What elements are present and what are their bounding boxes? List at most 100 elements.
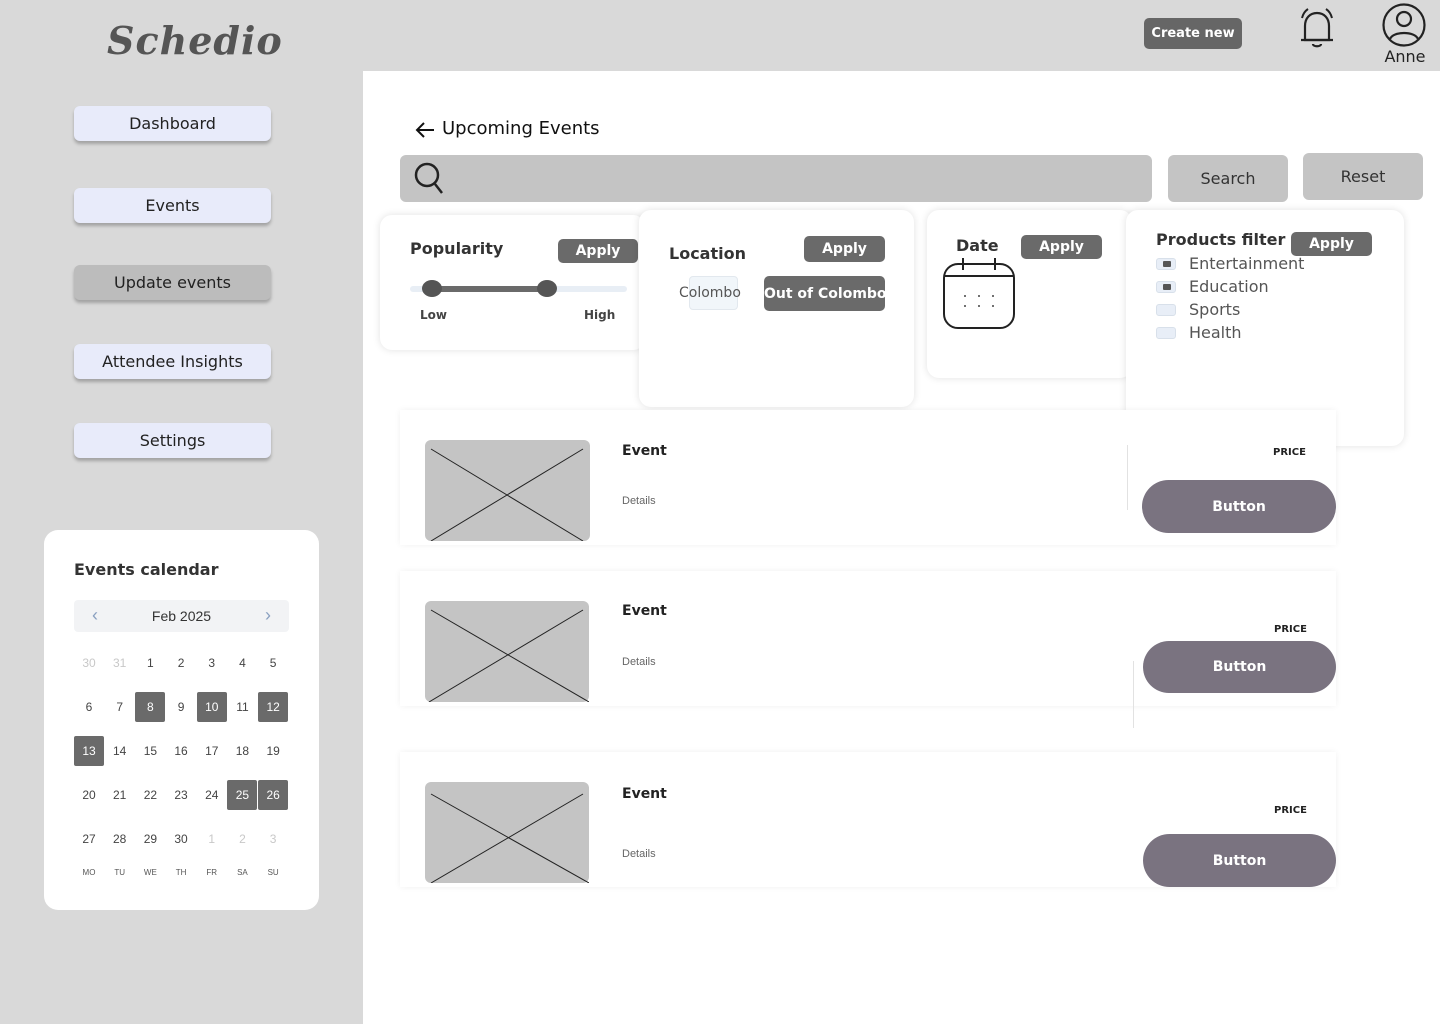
calendar-day[interactable]: 27 [74, 824, 104, 854]
calendar-day[interactable]: 18 [227, 736, 257, 766]
search-icon [414, 162, 443, 194]
calendar-day[interactable]: 1 [135, 648, 165, 678]
calendar-day[interactable]: 16 [166, 736, 196, 766]
event-card: Event Details PRICE Button [400, 752, 1336, 887]
reset-button[interactable]: Reset [1303, 153, 1423, 200]
calendar-day[interactable]: 20 [74, 780, 104, 810]
products-option-entertainment[interactable]: Entertainment [1156, 254, 1304, 273]
calendar-day[interactable]: 28 [105, 824, 135, 854]
date-apply-button[interactable]: Apply [1021, 235, 1102, 259]
calendar-day-highlighted[interactable]: 26 [258, 780, 289, 810]
calendar-day[interactable]: 2 [227, 824, 257, 854]
user-avatar-icon[interactable] [1382, 3, 1426, 47]
calendar-day[interactable]: 1 [197, 824, 227, 854]
weekday-label: SA [237, 868, 248, 877]
location-apply-button[interactable]: Apply [804, 236, 885, 262]
calendar-day-grid: 30 31 1 2 3 4 5 6 7 8 9 10 11 12 13 14 1… [74, 648, 290, 868]
calendar-day[interactable]: 30 [74, 648, 104, 678]
bell-icon[interactable] [1297, 6, 1337, 50]
divider [1133, 661, 1134, 728]
checkbox-checked[interactable] [1156, 257, 1176, 270]
location-filter: Location Apply Colombo Out of Colombo [639, 210, 914, 407]
calendar-day[interactable]: 21 [105, 780, 135, 810]
popularity-slider-low-handle[interactable] [422, 280, 442, 297]
calendar-day-highlighted[interactable]: 25 [227, 780, 258, 810]
calendar-day-highlighted[interactable]: 13 [74, 736, 104, 766]
calendar-day[interactable]: 29 [135, 824, 165, 854]
events-calendar: Events calendar ‹ Feb 2025 › 30 31 1 2 3… [44, 530, 319, 910]
sidebar: Schedio Dashboard Events Update events A… [0, 0, 363, 1024]
app-logo[interactable]: Schedio [107, 18, 283, 63]
calendar-month-nav: ‹ Feb 2025 › [74, 600, 289, 632]
popularity-slider-range [432, 286, 547, 292]
search-button[interactable]: Search [1168, 155, 1288, 202]
calendar-day[interactable]: 15 [135, 736, 165, 766]
event-title: Event [622, 786, 667, 802]
calendar-day[interactable]: 19 [258, 736, 288, 766]
calendar-day[interactable]: 30 [166, 824, 196, 854]
event-title: Event [622, 443, 667, 459]
weekday-label: SU [267, 868, 279, 877]
calendar-month-label: Feb 2025 [151, 608, 212, 624]
calendar-day[interactable]: 24 [197, 780, 227, 810]
page-title: Upcoming Events [442, 118, 600, 139]
calendar-day[interactable]: 31 [105, 648, 135, 678]
popularity-apply-button[interactable]: Apply [558, 239, 638, 263]
calendar-day-highlighted[interactable]: 10 [196, 692, 227, 722]
calendar-day[interactable]: 5 [258, 648, 288, 678]
sidebar-item-events[interactable]: Events [74, 188, 271, 223]
calendar-icon[interactable] [942, 256, 1016, 330]
search-bar [400, 155, 1152, 202]
popularity-slider-high-handle[interactable] [537, 280, 557, 297]
search-input[interactable] [456, 163, 1136, 195]
products-option-sports[interactable]: Sports [1156, 300, 1240, 319]
calendar-day[interactable]: 17 [197, 736, 227, 766]
calendar-day[interactable]: 7 [105, 692, 135, 722]
calendar-day-highlighted[interactable]: 8 [135, 692, 166, 722]
sidebar-item-attendee-insights[interactable]: Attendee Insights [74, 344, 271, 379]
products-option-education[interactable]: Education [1156, 277, 1269, 296]
products-apply-button[interactable]: Apply [1291, 232, 1372, 256]
event-details: Details [622, 848, 656, 860]
date-title: Date [956, 236, 999, 255]
weekday-label: WE [143, 868, 157, 877]
checkbox-unchecked[interactable] [1156, 326, 1176, 339]
weekday-label: TH [175, 868, 187, 877]
calendar-day[interactable]: 14 [105, 736, 135, 766]
create-new-button[interactable]: Create new [1144, 18, 1242, 49]
products-option-label: Health [1189, 323, 1242, 342]
calendar-day[interactable]: 22 [135, 780, 165, 810]
event-action-button[interactable]: Button [1142, 480, 1336, 533]
event-action-button[interactable]: Button [1143, 641, 1336, 693]
popularity-filter: Popularity Apply Low High [380, 215, 645, 350]
event-title: Event [622, 603, 667, 619]
sidebar-item-settings[interactable]: Settings [74, 423, 271, 458]
image-placeholder-icon [425, 782, 589, 883]
calendar-day[interactable]: 3 [197, 648, 227, 678]
products-option-label: Entertainment [1189, 254, 1305, 273]
weekday-label: MO [82, 868, 96, 877]
calendar-day[interactable]: 3 [258, 824, 288, 854]
sidebar-item-dashboard[interactable]: Dashboard [74, 106, 271, 141]
chevron-right-icon[interactable]: › [265, 605, 271, 626]
calendar-day[interactable]: 6 [74, 692, 104, 722]
sidebar-item-update-events[interactable]: Update events [74, 265, 271, 300]
calendar-day[interactable]: 2 [166, 648, 196, 678]
location-option-out-of-colombo[interactable]: Out of Colombo [764, 276, 887, 311]
location-option-colombo-label: Colombo [679, 285, 741, 301]
event-action-button[interactable]: Button [1143, 834, 1336, 887]
event-card: Event Details PRICE Button [400, 410, 1336, 545]
checkbox-unchecked[interactable] [1156, 303, 1176, 316]
calendar-day[interactable]: 23 [166, 780, 196, 810]
calendar-day[interactable]: 4 [227, 648, 257, 678]
event-card: Event Details PRICE Button [400, 571, 1336, 728]
calendar-day[interactable]: 9 [166, 692, 196, 722]
calendar-day[interactable]: 11 [227, 692, 257, 722]
popularity-high-label: High [584, 308, 616, 322]
checkbox-checked[interactable] [1156, 280, 1176, 293]
popularity-low-label: Low [420, 308, 447, 322]
arrow-left-icon[interactable] [414, 120, 436, 140]
products-option-health[interactable]: Health [1156, 323, 1242, 342]
popularity-title: Popularity [410, 239, 504, 258]
calendar-day-highlighted[interactable]: 12 [258, 692, 289, 722]
